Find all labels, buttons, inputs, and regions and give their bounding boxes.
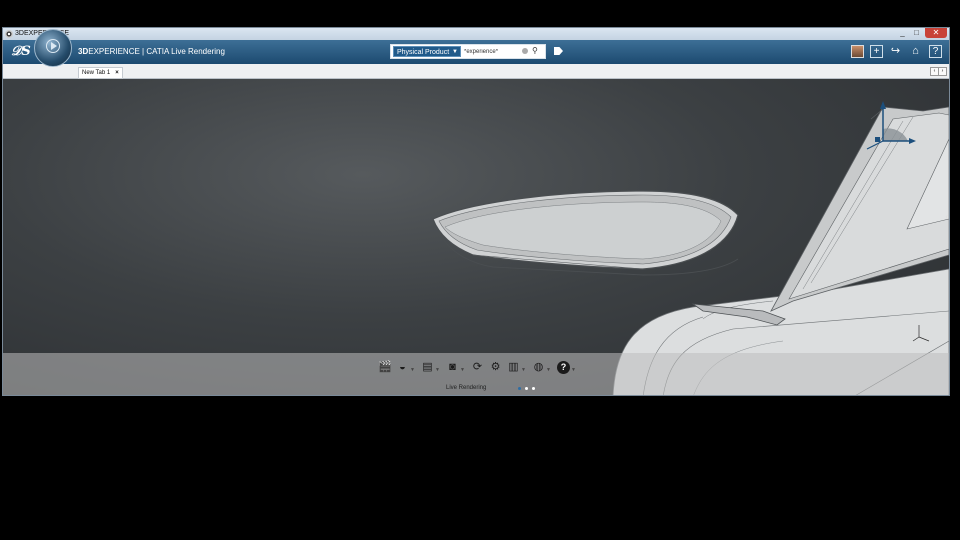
globe-glyph: ◍ <box>533 361 544 373</box>
pager-dot[interactable] <box>518 387 521 390</box>
settings-gear-icon[interactable]: ⚙ <box>489 361 502 374</box>
render-icon[interactable]: ⟳ <box>471 361 484 374</box>
globe-icon[interactable]: ◍ ▼ <box>532 361 551 374</box>
action-bar: 🎬 ◒ ▼ ▤ ▼ ◙ ▼ ⟳ ⚙ ▥ ▼ ◍ ▼ ? ▼ Live Rendering <box>3 353 949 395</box>
help-icon[interactable]: ? ▼ <box>557 361 576 374</box>
tab-label: New Tab 1 <box>82 70 111 76</box>
library-glyph: ▥ <box>508 361 519 373</box>
home-icon[interactable]: ⌂ <box>909 45 922 58</box>
camera-glyph: ◙ <box>449 361 456 373</box>
camera-icon[interactable]: ◙ ▼ <box>446 361 465 374</box>
help-icon[interactable]: ? <box>929 45 942 58</box>
dropdown-arrow-icon[interactable]: ▼ <box>435 364 440 377</box>
tag-icon[interactable] <box>554 47 563 55</box>
environment-icon[interactable]: ▤ ▼ <box>421 361 440 374</box>
material-sphere-icon[interactable]: ◒ ▼ <box>396 361 415 374</box>
dropdown-arrow-icon[interactable]: ▼ <box>521 364 526 377</box>
search-scope-label: Physical Product <box>397 49 450 56</box>
app-name: Live Rendering <box>171 47 225 56</box>
library-icon[interactable]: ▥ ▼ <box>507 361 526 374</box>
dropdown-arrow-icon[interactable]: ▼ <box>410 364 415 377</box>
close-window-button[interactable]: ✕ <box>925 28 947 38</box>
environment-glyph: ▤ <box>422 361 433 373</box>
app-window: 3DEXPERIENCE _ □ ✕ 𝒟S 3DEXPERIENCE | CAT… <box>2 27 950 396</box>
tab-bar: New Tab 1 × ‹ › <box>3 64 949 79</box>
play-icon <box>46 39 60 53</box>
dropdown-arrow-icon[interactable]: ▼ <box>571 364 576 377</box>
dassault-logo-icon: 𝒟S <box>11 44 31 59</box>
brand-main: EXPERIENCE | CATIA <box>88 47 169 56</box>
help-glyph: ? <box>560 362 567 372</box>
share-icon[interactable]: ↪ <box>889 45 902 58</box>
dropdown-arrow-icon[interactable]: ▼ <box>460 364 465 377</box>
search-box: Physical Product ▼ ⚲ <box>390 44 546 59</box>
user-avatar[interactable] <box>851 45 864 58</box>
car-model-scene[interactable] <box>3 79 949 396</box>
clapper-icon[interactable]: 🎬 <box>378 361 392 374</box>
3dexperience-logo-icon <box>5 30 13 38</box>
window-titlebar: 3DEXPERIENCE _ □ ✕ <box>3 28 949 40</box>
app-title: 3DEXPERIENCE | CATIA Live Rendering <box>78 47 225 56</box>
clear-search-icon[interactable] <box>522 48 528 54</box>
search-scope-dropdown[interactable]: Physical Product ▼ <box>393 46 461 57</box>
close-tab-icon[interactable]: × <box>115 70 119 76</box>
3d-viewport[interactable]: ‹ 🎬 ◒ ▼ ▤ ▼ ◙ ▼ ⟳ ⚙ ▥ ▼ ◍ ▼ ? ▼ Live Rendering <box>3 79 949 396</box>
chevron-left-icon[interactable]: ‹ <box>945 212 948 221</box>
tab-new-tab-1[interactable]: New Tab 1 × <box>78 67 123 79</box>
chevron-down-icon: ▼ <box>452 49 458 55</box>
pager-dot[interactable] <box>525 387 528 390</box>
plus-icon[interactable]: + <box>870 45 883 58</box>
material-glyph: ◒ <box>399 361 406 373</box>
tab-next-icon[interactable]: › <box>938 67 947 76</box>
action-bar-label: Live Rendering <box>446 385 487 391</box>
compass-play-button[interactable] <box>34 29 72 67</box>
search-icon[interactable]: ⚲ <box>532 46 538 55</box>
search-input[interactable] <box>464 46 519 57</box>
top-bar: 𝒟S 3DEXPERIENCE | CATIA Live Rendering P… <box>3 40 949 64</box>
minimize-button[interactable]: _ <box>896 28 909 38</box>
dropdown-arrow-icon[interactable]: ▼ <box>546 364 551 377</box>
maximize-button[interactable]: □ <box>910 28 923 38</box>
brand-prefix: 3D <box>78 47 89 56</box>
pager-dot[interactable] <box>532 387 535 390</box>
